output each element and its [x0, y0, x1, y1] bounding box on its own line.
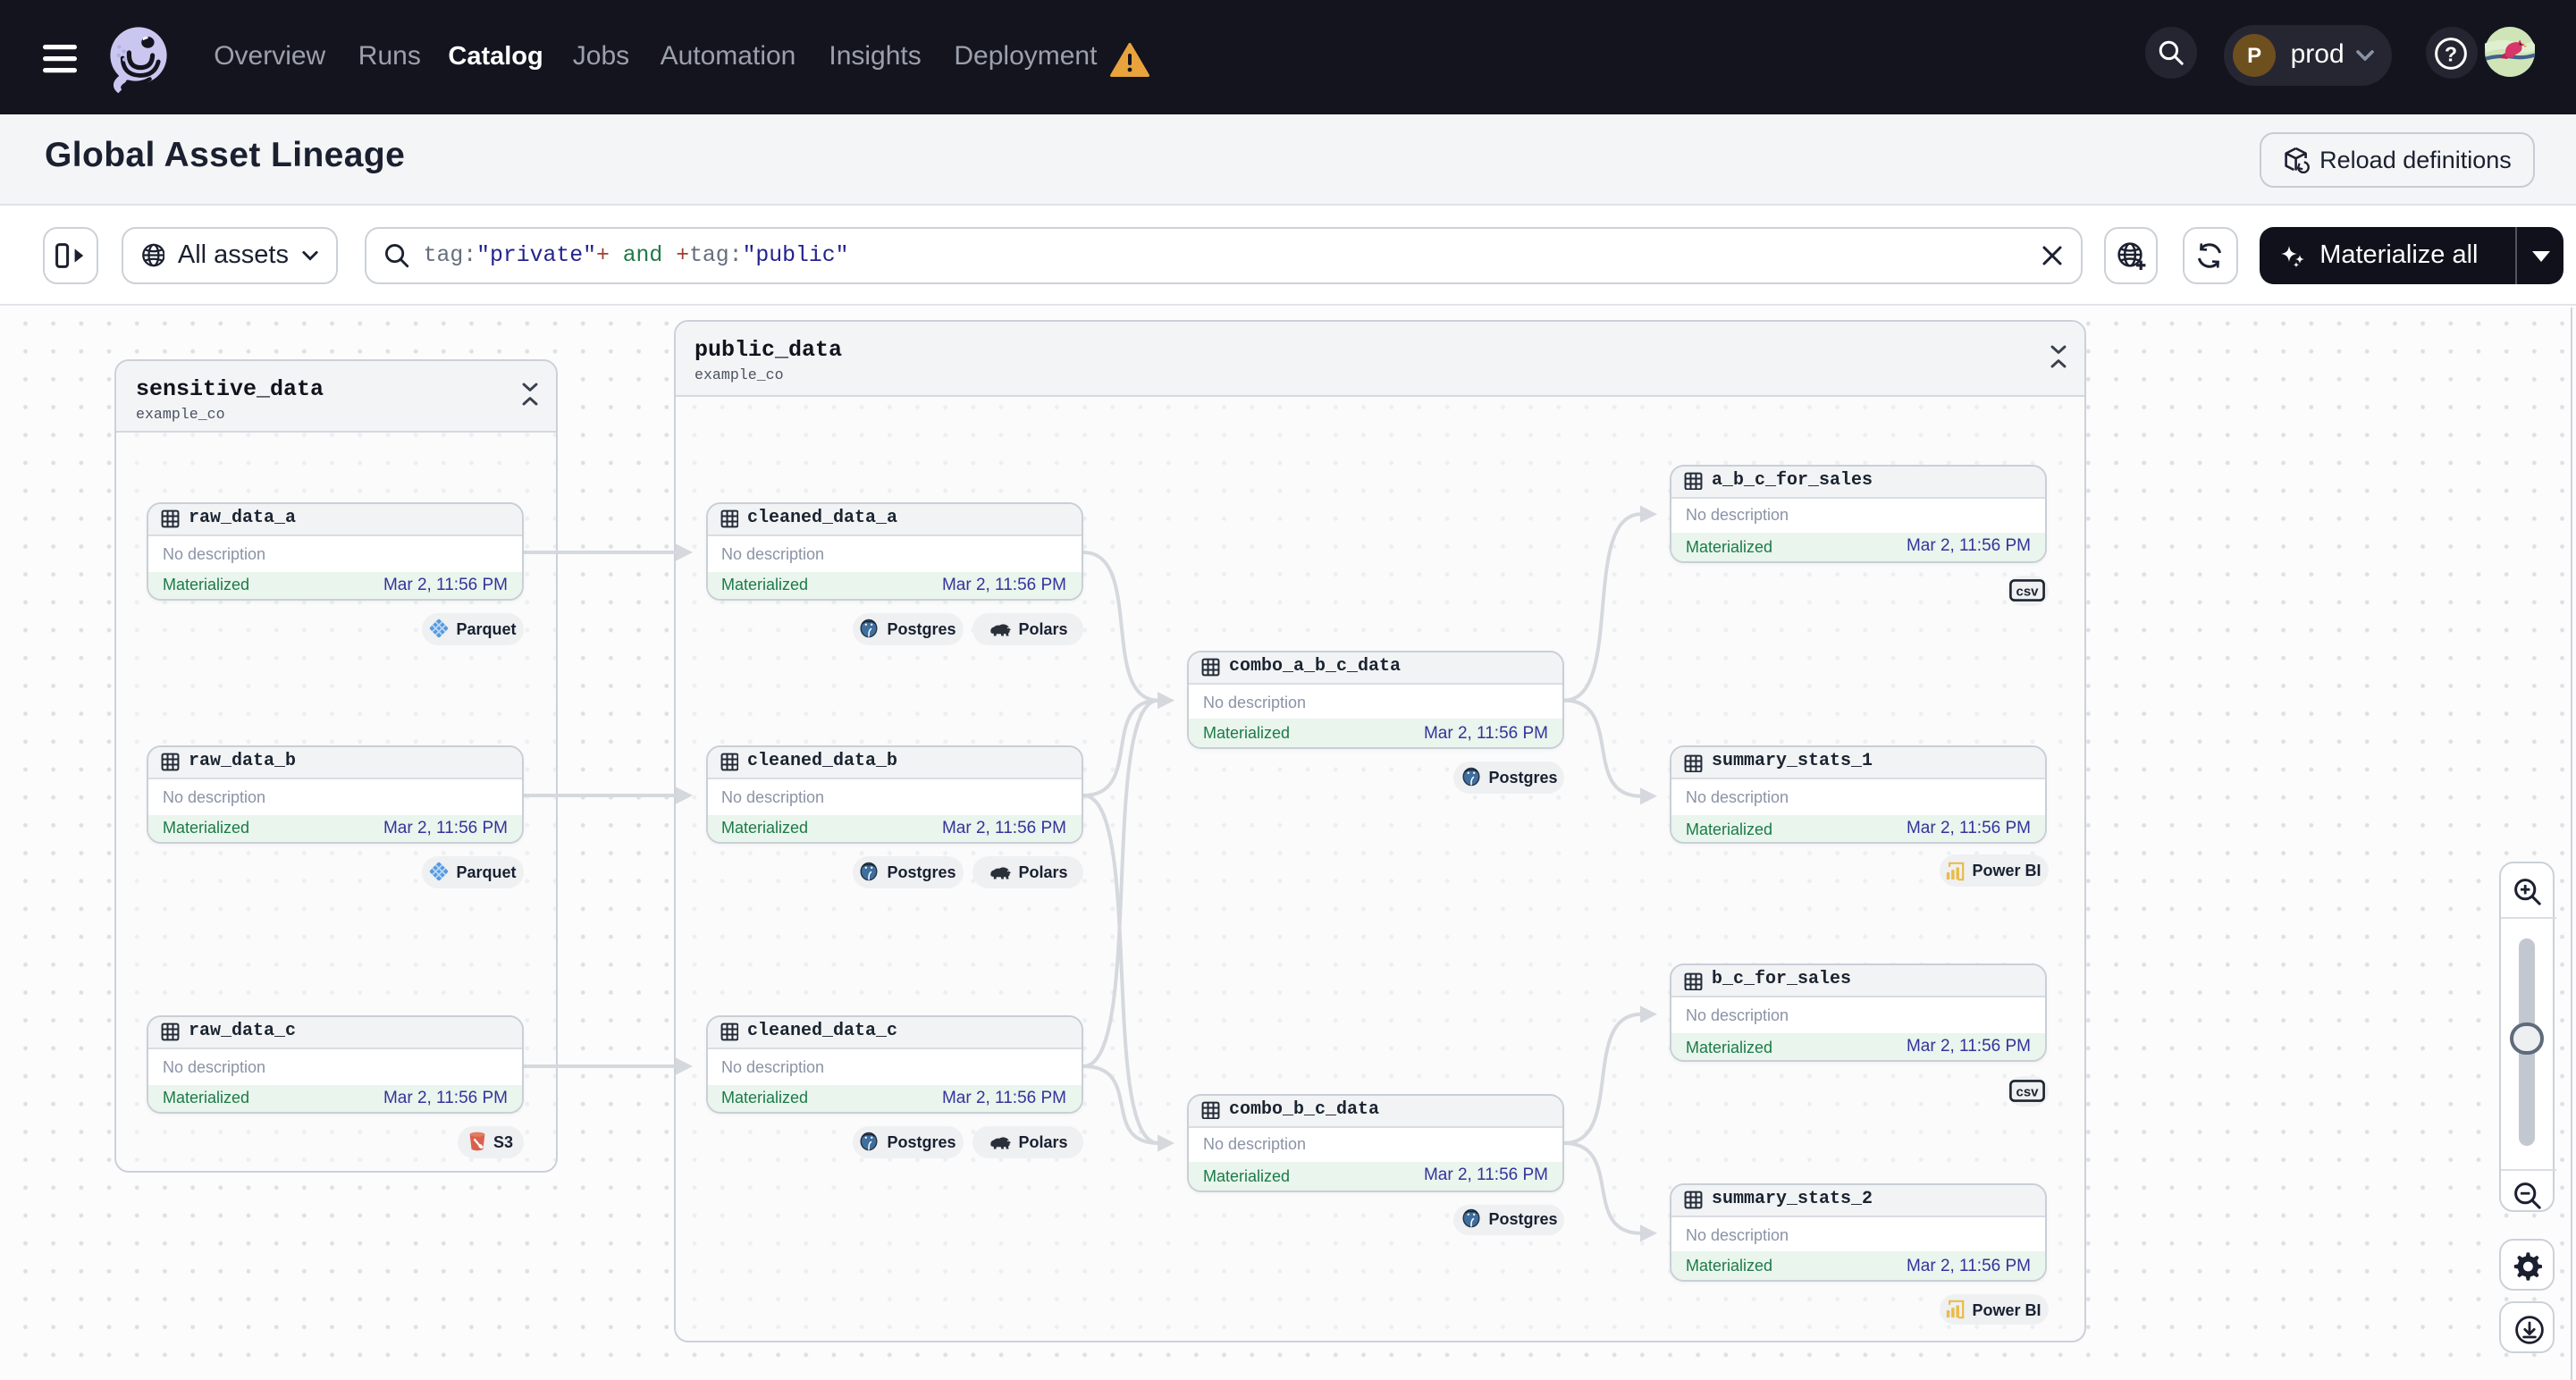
svg-text:?: ? [2445, 41, 2457, 64]
svg-text:csv: csv [2016, 585, 2039, 600]
svg-text:csv: csv [2016, 1085, 2039, 1100]
